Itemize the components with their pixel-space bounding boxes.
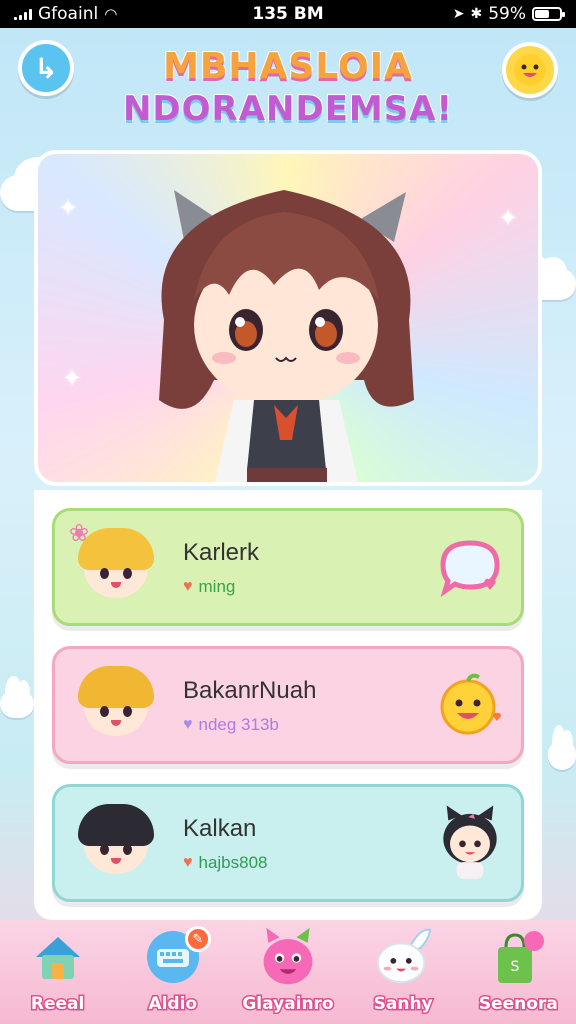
chat-bubble-icon: [440, 540, 500, 597]
nav-label: Aldio: [147, 993, 199, 1016]
nav-item-home[interactable]: Reeal: [6, 926, 110, 1016]
pink-monster-icon: [263, 927, 313, 985]
nav-label: Sanhy: [372, 993, 434, 1016]
bunny-icon: [377, 928, 432, 984]
nav-item-play[interactable]: Glayainro: [236, 926, 340, 1016]
nav-label: Glayainro: [241, 993, 335, 1016]
friend-button[interactable]: [435, 805, 505, 879]
smiley-icon: [440, 673, 502, 735]
nav-item-shop[interactable]: S Seenora: [466, 926, 570, 1016]
list-item[interactable]: ❀ Karlerk ♥ ming: [52, 508, 524, 626]
battery-fill: [535, 10, 549, 18]
avatar: [71, 661, 161, 751]
heart-icon: ♥: [183, 854, 193, 871]
back-arrow-icon: ↳: [34, 51, 58, 85]
nav-label: Reeal: [29, 993, 85, 1016]
svg-text:S: S: [511, 959, 520, 975]
friends-list: ❀ Karlerk ♥ ming BakanrNuah ♥ ndeg 313b: [34, 490, 542, 920]
cloud-decoration: [548, 725, 576, 770]
heart-icon: ♥: [183, 716, 193, 733]
nav-item-bunny[interactable]: Sanhy: [351, 926, 455, 1016]
heart-icon: ♥: [183, 578, 193, 595]
list-item-name: Karlerk: [183, 539, 260, 566]
list-item[interactable]: BakanrNuah ♥ ndeg 313b: [52, 646, 524, 764]
bottom-nav: Reeal ✎ Aldio Glayainro Sanhy S Seenora: [0, 920, 576, 1024]
battery-icon: [532, 7, 565, 21]
nav-item-keyboard[interactable]: ✎ Aldio: [121, 926, 225, 1016]
page-title: MBHASLOIA NDORANDEMSA!: [90, 45, 486, 130]
title-line-2: NDORANDEMSA!: [122, 88, 454, 130]
list-item-subtitle: hajbs808: [198, 853, 268, 872]
avatar: [71, 799, 161, 889]
title-line-1: MBHASLOIA: [162, 45, 413, 88]
list-item[interactable]: Kalkan ♥ hajbs808: [52, 784, 524, 902]
cat-friend-icon: [443, 805, 497, 879]
nav-label: Seenora: [477, 993, 559, 1016]
back-button[interactable]: ↳: [18, 40, 74, 96]
mood-button[interactable]: [435, 673, 505, 737]
notification-badge: ✎: [184, 926, 211, 952]
list-item-name: BakanrNuah: [183, 677, 317, 704]
avatar: ❀: [69, 519, 161, 613]
house-icon: [35, 937, 80, 979]
chat-button[interactable]: [435, 535, 505, 599]
flower-icon: ❀: [69, 519, 90, 547]
list-item-subtitle: ming: [198, 577, 236, 596]
hero-character: [159, 190, 414, 482]
cloud-decoration: [0, 676, 34, 718]
status-time: 135 BM: [252, 4, 324, 24]
smiley-mascot-icon: [514, 54, 546, 86]
gift-bag-icon: S: [498, 931, 545, 983]
list-item-name: Kalkan: [183, 815, 257, 842]
status-bar: Gfoainl ◠ 135 BM ➤ ✱ 59%: [0, 0, 576, 28]
list-item-subtitle: ndeg 313b: [198, 715, 279, 734]
hero-banner: ✦ ✦ ✦: [34, 150, 542, 486]
mascot-button[interactable]: [502, 42, 558, 98]
